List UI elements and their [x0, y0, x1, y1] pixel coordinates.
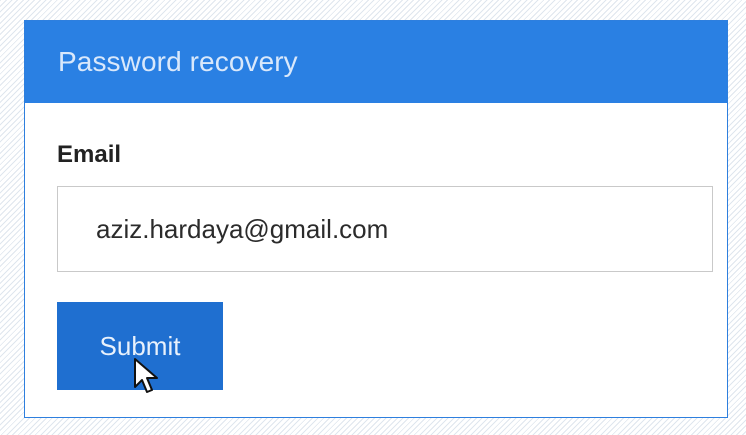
arrow-pointer-icon	[134, 358, 158, 393]
email-field-value: aziz.hardaya@gmail.com	[96, 213, 389, 244]
email-label: Email	[57, 141, 122, 168]
password-recovery-panel: Password recovery Email aziz.hardaya@gma…	[24, 20, 728, 418]
email-field[interactable]: aziz.hardaya@gmail.com	[57, 186, 713, 272]
panel-body: Email aziz.hardaya@gmail.com Submit	[25, 103, 727, 417]
panel-title: Password recovery	[58, 46, 298, 77]
panel-header: Password recovery	[25, 21, 727, 103]
